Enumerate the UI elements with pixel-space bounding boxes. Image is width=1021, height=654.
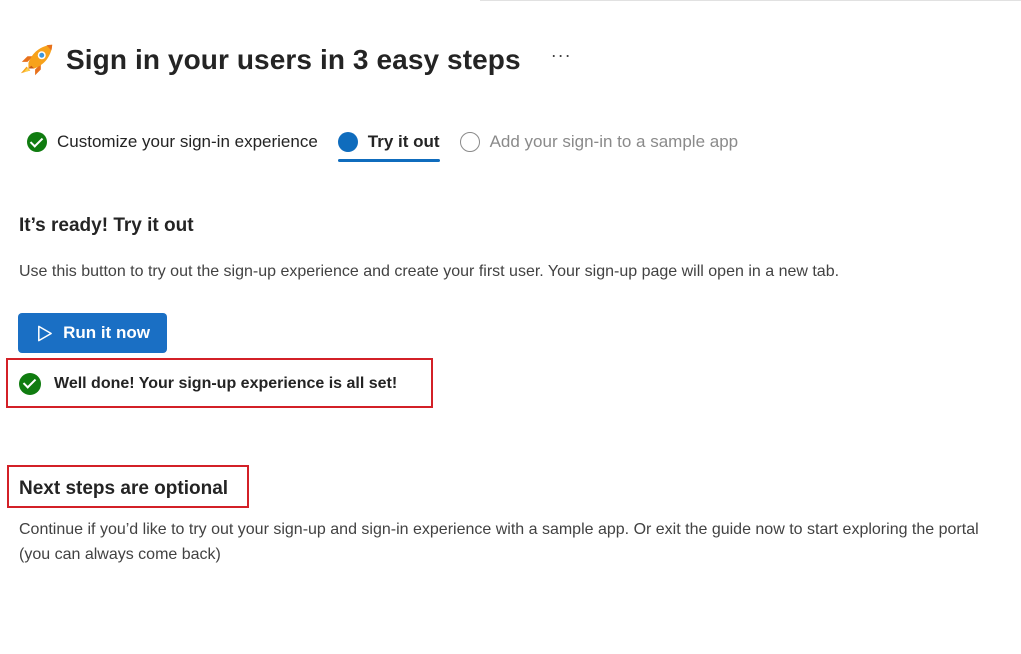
run-it-now-button[interactable]: Run it now (18, 313, 167, 353)
check-circle-icon (19, 373, 41, 395)
step-label: Customize your sign-in experience (57, 132, 318, 151)
more-options-button[interactable]: ··· (551, 45, 572, 66)
step-try-it-out[interactable]: Try it out (337, 124, 440, 162)
step-add-sample-app[interactable]: Add your sign-in to a sample app (459, 124, 739, 160)
step-label: Add your sign-in to a sample app (489, 132, 739, 151)
step-customize[interactable]: Customize your sign-in experience (27, 124, 318, 160)
page-header: Sign in your users in 3 easy steps ··· (18, 40, 572, 80)
play-icon (38, 325, 52, 341)
section-description-ready: Use this button to try out the sign-up e… (19, 263, 840, 280)
run-it-now-label: Run it now (63, 323, 150, 342)
section-title-ready: It’s ready! Try it out (19, 215, 194, 236)
section-description-next-steps: Continue if you’d like to try out your s… (19, 521, 979, 563)
empty-circle-icon (459, 132, 480, 152)
success-message: Well done! Your sign-up experience is al… (19, 373, 397, 395)
step-tabs: Customize your sign-in experience Try it… (27, 124, 739, 162)
guide-page: Sign in your users in 3 easy steps ··· C… (0, 0, 1021, 654)
step-label: Try it out (367, 132, 440, 151)
check-circle-icon (27, 132, 47, 152)
filled-circle-icon (337, 132, 358, 152)
page-title: Sign in your users in 3 easy steps (66, 44, 521, 75)
rocket-icon (20, 44, 53, 76)
section-title-next-steps: Next steps are optional (19, 478, 229, 499)
success-text: Well done! Your sign-up experience is al… (54, 375, 398, 392)
top-divider (480, 0, 1021, 1)
